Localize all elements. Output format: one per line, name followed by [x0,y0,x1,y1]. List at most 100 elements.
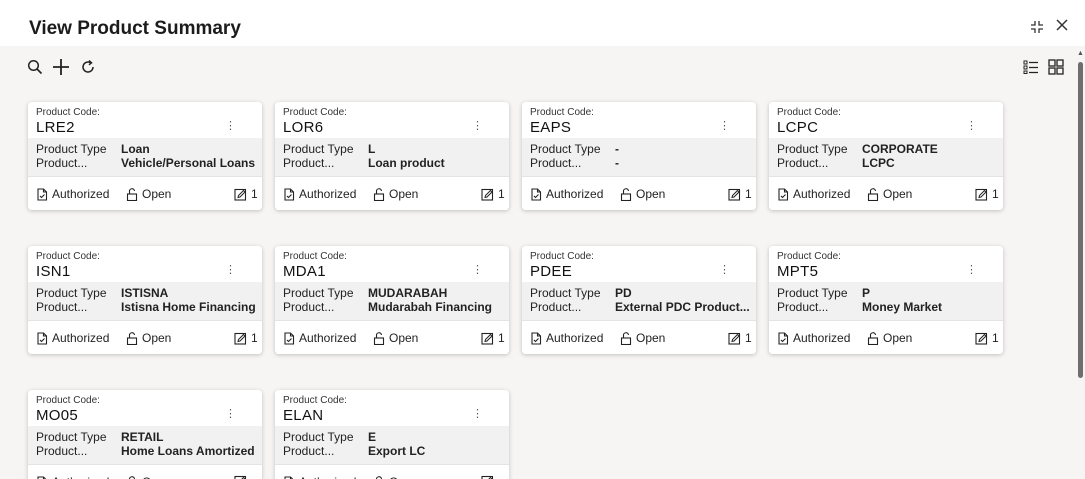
product-card[interactable]: Product Code: MDA1 ⋮ Product Type MUDARAB… [275,246,509,354]
product-code-label: Product Code: [283,395,347,406]
tile-view-icon[interactable] [1045,56,1067,78]
kebab-menu-icon[interactable]: ⋮ [225,121,236,132]
authorized-status[interactable]: Authorized [777,187,850,201]
kebab-menu-icon[interactable]: ⋮ [966,265,977,276]
edit-count[interactable]: 1 [728,331,752,345]
scroll-up-icon[interactable]: ▲ [1077,50,1084,57]
open-label: Open [142,187,172,201]
authorized-status[interactable]: Authorized [530,187,603,201]
open-status[interactable]: Open [373,187,418,201]
authorized-icon [37,475,47,479]
authorized-status[interactable]: Authorized [36,187,109,201]
edit-count-value: 1 [498,187,505,201]
product-card[interactable]: Product Code: EAPS ⋮ Product Type - Produ… [522,102,756,210]
card-header: Product Code: ELAN ⋮ [275,390,509,426]
kebab-menu-icon[interactable]: ⋮ [225,409,236,420]
kebab-menu-icon[interactable]: ⋮ [719,265,730,276]
edit-count[interactable]: 1 [481,331,505,345]
product-type-label: Product Type [530,142,601,156]
card-header: Product Code: MO05 ⋮ [28,390,262,426]
card-footer: Authorized Open [28,464,262,479]
search-icon[interactable] [24,56,46,78]
edit-count[interactable]: 1 [975,187,999,201]
product-desc-value: External PDC Product... [615,300,750,314]
product-desc-value: Vehicle/Personal Loans [121,156,256,170]
kebab-menu-icon[interactable]: ⋮ [472,265,483,276]
product-code-value: LCPC [777,119,819,136]
open-label: Open [636,187,666,201]
card-header: Product Code: ISN1 ⋮ [28,246,262,282]
card-header: Product Code: MPT5 ⋮ [769,246,1003,282]
product-card[interactable]: Product Code: MPT5 ⋮ Product Type P Produ… [769,246,1003,354]
open-status[interactable]: Open [126,331,171,345]
product-card[interactable]: Product Code: ELAN ⋮ Product Type E Produ… [275,390,509,479]
product-card[interactable]: Product Code: LRE2 ⋮ Product Type Loan Pr… [28,102,262,210]
product-desc-label: Product... [530,156,582,170]
authorized-status[interactable]: Authorized [36,331,109,345]
authorized-status[interactable]: Authorized [283,475,356,479]
maximize-icon[interactable] [1030,20,1044,38]
open-status[interactable]: Open [867,187,912,201]
authorized-label: Authorized [546,331,604,345]
kebab-menu-icon[interactable]: ⋮ [472,409,483,420]
card-details: Product Type PD Product... External PDC Pr… [522,282,756,320]
edit-count[interactable]: 1 [975,331,999,345]
edit-count[interactable]: 1 [234,187,258,201]
edit-count[interactable]: 1 [481,187,505,201]
product-desc-row: Product... Loan product [283,156,445,170]
close-icon[interactable] [1055,18,1069,36]
open-status[interactable]: Open [867,331,912,345]
authorized-status[interactable]: Authorized [530,331,603,345]
edit-count-value: 1 [745,331,752,345]
authorized-icon [284,475,294,479]
kebab-menu-icon[interactable]: ⋮ [719,121,730,132]
edit-count[interactable]: 1 [234,331,258,345]
open-status[interactable]: Open [126,187,171,201]
open-status[interactable]: Open [373,331,418,345]
authorized-status[interactable]: Authorized [777,331,850,345]
authorized-icon [284,331,295,345]
edit-count[interactable]: 1 [728,187,752,201]
authorized-status[interactable]: Authorized [283,331,356,345]
title-bar: View Product Summary [0,0,1085,46]
product-desc-label: Product... [530,300,582,314]
open-status[interactable]: Open [620,331,665,345]
product-type-row: Product Type RETAIL [36,430,163,444]
add-icon[interactable] [50,56,72,78]
product-code-value: PDEE [530,263,573,280]
kebab-menu-icon[interactable]: ⋮ [966,121,977,132]
product-card[interactable]: Product Code: MO05 ⋮ Product Type RETAIL … [28,390,262,479]
product-type-label: Product Type [36,286,107,300]
edit-count[interactable] [234,475,251,479]
open-status[interactable]: Open [126,475,171,479]
card-header: Product Code: LOR6 ⋮ [275,102,509,138]
edit-count[interactable] [481,475,498,479]
card-details: Product Type E Product... Export LC [275,426,509,464]
authorized-status[interactable]: Authorized [283,187,356,201]
authorized-label: Authorized [52,187,110,201]
product-card[interactable]: Product Code: PDEE ⋮ Product Type PD Prod… [522,246,756,354]
refresh-icon[interactable] [77,56,99,78]
authorized-label: Authorized [546,187,604,201]
list-view-icon[interactable] [1020,56,1042,78]
product-type-label: Product Type [283,430,354,444]
kebab-menu-icon[interactable]: ⋮ [225,265,236,276]
product-card[interactable]: Product Code: ISN1 ⋮ Product Type ISTISNA… [28,246,262,354]
authorized-status[interactable]: Authorized [36,475,109,479]
edit-icon [481,332,494,345]
kebab-menu-icon[interactable]: ⋮ [472,121,483,132]
unlock-icon [373,187,385,201]
card-footer: Authorized Open 1 [769,176,1003,210]
page-title: View Product Summary [29,18,241,39]
open-status[interactable]: Open [620,187,665,201]
card-details: Product Type P Product... Money Market [769,282,1003,320]
product-type-value: E [368,430,377,444]
edit-count-value: 1 [745,187,752,201]
open-label: Open [389,331,419,345]
product-card[interactable]: Product Code: LOR6 ⋮ Product Type L Produ… [275,102,509,210]
edit-icon [975,332,988,345]
scrollbar[interactable] [1078,62,1083,378]
open-status[interactable]: Open [373,475,418,479]
product-card[interactable]: Product Code: LCPC ⋮ Product Type CORPORA… [769,102,1003,210]
product-desc-row: Product... Money Market [777,300,942,314]
